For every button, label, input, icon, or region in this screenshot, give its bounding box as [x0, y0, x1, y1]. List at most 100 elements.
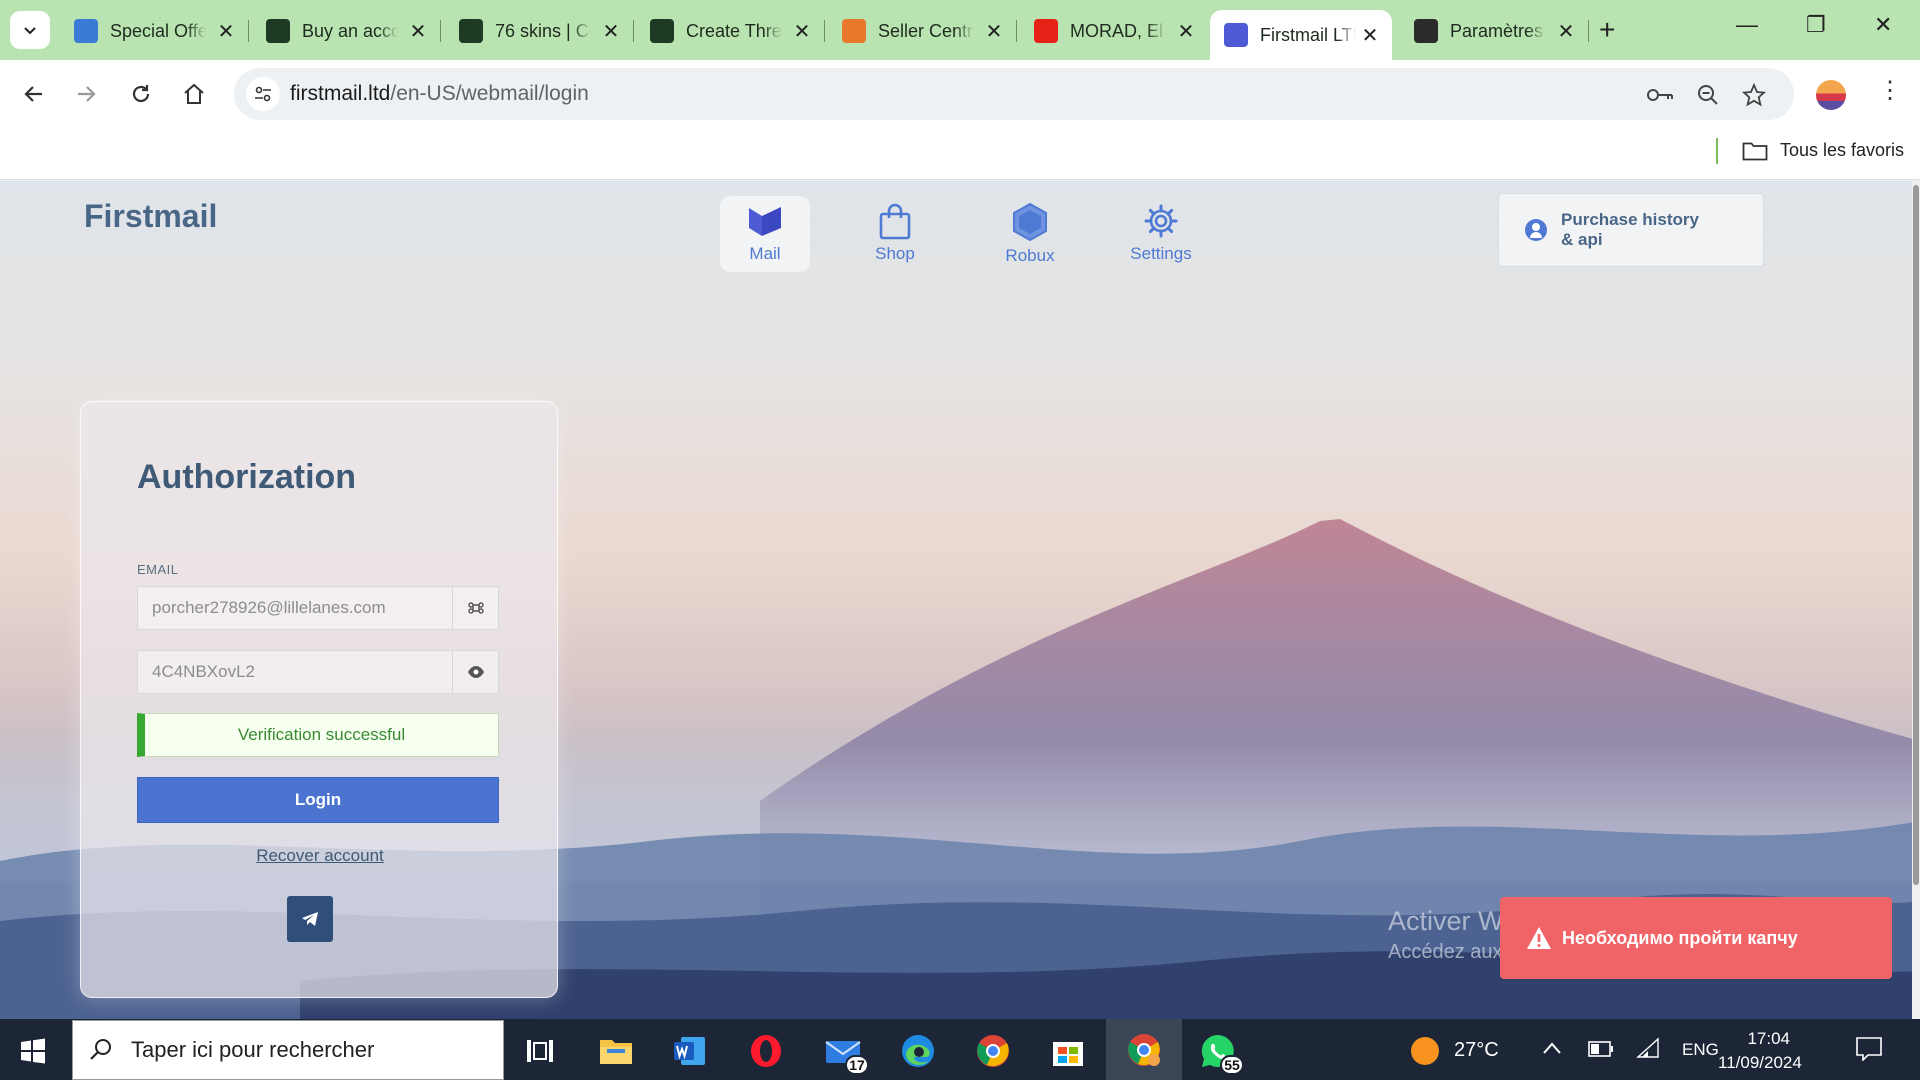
task-view-icon: [527, 1040, 553, 1062]
minimize-button[interactable]: —: [1736, 12, 1758, 38]
nav-settings[interactable]: Settings: [1116, 196, 1206, 272]
youtube-icon: [1034, 19, 1058, 43]
clock-date: 11/09/2024: [1718, 1053, 1802, 1072]
opera-button[interactable]: [746, 1031, 786, 1071]
html5-icon: [842, 19, 866, 43]
show-hidden-icons-button[interactable]: [1542, 1041, 1562, 1060]
password-manager-button[interactable]: [1646, 81, 1674, 109]
tab-title: MORAD, El: [1070, 20, 1164, 41]
mail-app-button[interactable]: 17: [823, 1031, 869, 1075]
store-icon: [1053, 1042, 1083, 1066]
bookmark-star-button[interactable]: [1740, 81, 1768, 109]
scrollbar-thumb[interactable]: [1913, 185, 1919, 885]
email-field[interactable]: porcher278926@lillelanes.com: [137, 586, 499, 630]
all-favorites-label: Tous les favoris: [1780, 140, 1905, 160]
login-button[interactable]: Login: [137, 777, 499, 823]
weather-button[interactable]: [1410, 1036, 1440, 1071]
reload-button[interactable]: [125, 78, 157, 110]
close-tab-icon[interactable]: ✕: [599, 19, 623, 44]
firstmail-icon: [1224, 23, 1248, 47]
nav-shop-label: Shop: [875, 244, 915, 263]
close-tab-icon[interactable]: ✕: [1358, 23, 1382, 48]
command-icon: [467, 602, 484, 614]
page-scrollbar[interactable]: [1912, 181, 1920, 1019]
warning-icon: [1527, 927, 1551, 949]
browser-tab-3[interactable]: 76 skins | Cheap ✕: [445, 10, 634, 52]
tab-title: Special Offers: [110, 20, 206, 41]
all-favorites-button[interactable]: Tous les favoris: [1742, 140, 1904, 161]
key-icon: [1647, 89, 1673, 101]
search-icon: [90, 1039, 111, 1060]
address-bar[interactable]: firstmail.ltd/en-US/webmail/login: [234, 68, 1794, 120]
url-text: firstmail.ltd/en-US/webmail/login: [290, 82, 589, 106]
telegram-icon: [302, 912, 318, 926]
chevron-up-icon: [1543, 1042, 1561, 1054]
chrome-profile-button[interactable]: [1106, 1019, 1182, 1080]
word-button[interactable]: [670, 1031, 710, 1071]
nav-mail[interactable]: Mail: [720, 196, 810, 272]
whatsapp-button[interactable]: 55: [1198, 1031, 1244, 1075]
site-info-button[interactable]: [246, 77, 280, 111]
leaf-icon: [459, 19, 483, 43]
chrome-button[interactable]: [973, 1031, 1013, 1071]
notification-center-button[interactable]: [1856, 1037, 1882, 1066]
network-button[interactable]: [1636, 1037, 1660, 1064]
restore-button[interactable]: ❐: [1806, 12, 1826, 38]
email-suffix-button[interactable]: [452, 587, 498, 629]
telegram-button[interactable]: [287, 896, 333, 942]
close-tab-icon[interactable]: ✕: [406, 19, 430, 44]
close-tab-icon[interactable]: ✕: [1174, 19, 1198, 44]
password-field[interactable]: 4C4NBXovL2: [137, 650, 499, 694]
auth-title: Authorization: [137, 458, 357, 496]
recover-account-link[interactable]: Recover account: [81, 846, 559, 866]
toast-message: Необходимо пройти капчу: [1562, 927, 1798, 948]
taskbar-search[interactable]: Taper ici pour rechercher: [72, 1020, 504, 1080]
purchase-history-button[interactable]: Purchase history & api: [1498, 193, 1764, 267]
star-icon: [1742, 83, 1766, 107]
microsoft-store-button[interactable]: [1048, 1031, 1088, 1071]
browser-tab-1[interactable]: Special Offers ✕: [60, 10, 249, 52]
close-tab-icon[interactable]: ✕: [790, 19, 814, 44]
new-tab-button[interactable]: +: [1599, 14, 1615, 46]
task-view-button[interactable]: [520, 1031, 560, 1071]
shopping-bag-icon: [879, 203, 911, 240]
close-tab-icon[interactable]: ✕: [982, 19, 1006, 44]
input-language[interactable]: ENG: [1682, 1040, 1719, 1060]
zoom-button[interactable]: [1694, 81, 1722, 109]
browser-tab-2[interactable]: Buy an account ✕: [252, 10, 441, 52]
tab-search-button[interactable]: [10, 11, 50, 49]
home-button[interactable]: [178, 78, 210, 110]
close-window-button[interactable]: ✕: [1874, 12, 1892, 38]
start-button[interactable]: [20, 1038, 46, 1069]
browser-tab-5[interactable]: Seller Central ✕: [828, 10, 1017, 52]
file-explorer-button[interactable]: [596, 1031, 636, 1071]
chevron-down-icon: [24, 27, 36, 35]
system-clock[interactable]: 17:04 11/09/2024: [1718, 1027, 1802, 1075]
authorization-card: Authorization EMAIL porcher278926@lillel…: [80, 401, 558, 998]
browser-tab-8[interactable]: Paramètres ✕: [1400, 10, 1589, 52]
tab-title: 76 skins | Cheap: [495, 20, 591, 41]
forward-button[interactable]: [70, 78, 102, 110]
toggle-password-visibility[interactable]: [452, 651, 498, 693]
password-value: 4C4NBXovL2: [152, 662, 256, 681]
captcha-error-toast[interactable]: Необходимо пройти капчу: [1500, 897, 1892, 979]
edge-button[interactable]: [898, 1031, 938, 1071]
close-tab-icon[interactable]: ✕: [214, 19, 238, 44]
browser-tab-7[interactable]: Firstmail LTD ✕: [1210, 10, 1392, 60]
browser-tab-6[interactable]: MORAD, El ✕: [1020, 10, 1208, 52]
mail-badge: 17: [845, 1055, 869, 1075]
close-tab-icon[interactable]: ✕: [1554, 19, 1578, 44]
nav-robux[interactable]: Robux: [985, 196, 1075, 272]
battery-button[interactable]: [1588, 1041, 1614, 1062]
profile-avatar[interactable]: [1816, 80, 1846, 110]
temperature[interactable]: 27°C: [1454, 1039, 1499, 1062]
nav-shop[interactable]: Shop: [850, 196, 940, 272]
site-logo[interactable]: Firstmail: [84, 198, 217, 235]
browser-tab-4[interactable]: Create Thread ✕: [636, 10, 825, 52]
browser-menu-button[interactable]: ⋮: [1878, 76, 1902, 105]
gear-icon: [1144, 204, 1178, 238]
tab-title: Create Thread: [686, 20, 782, 41]
purchase-history-label: Purchase history & api: [1561, 210, 1699, 249]
back-button[interactable]: [18, 78, 50, 110]
browser-toolbar: firstmail.ltd/en-US/webmail/login ⋮: [0, 60, 1920, 128]
